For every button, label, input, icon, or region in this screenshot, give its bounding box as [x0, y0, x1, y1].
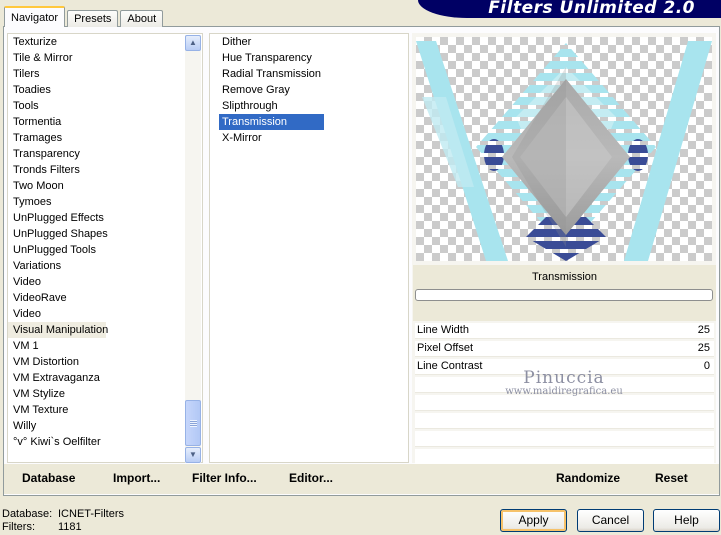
- status-database: Database: ICNET-Filters: [2, 508, 124, 520]
- category-item[interactable]: Tilers: [8, 66, 186, 82]
- scroll-down-button[interactable]: ▼: [185, 447, 201, 463]
- apply-button[interactable]: Apply: [500, 509, 567, 532]
- filter-item[interactable]: Slipthrough: [219, 98, 324, 114]
- category-item[interactable]: VM Distortion: [8, 354, 186, 370]
- param-row-empty: [415, 413, 714, 429]
- param-value[interactable]: 25: [698, 342, 710, 354]
- filter-item[interactable]: Hue Transparency: [219, 50, 324, 66]
- tab-presets[interactable]: Presets: [67, 10, 119, 27]
- filter-list[interactable]: Dither Hue Transparency Radial Transmissio…: [209, 33, 409, 463]
- category-item[interactable]: Texturize: [8, 34, 186, 50]
- category-item[interactable]: VM 1: [8, 338, 186, 354]
- filter-name-area: Transmission: [413, 265, 716, 321]
- param-row-empty: [415, 431, 714, 447]
- param-row[interactable]: Line Width 25: [415, 323, 714, 339]
- bottom-toolbar: Database Import... Filter Info... Editor…: [4, 464, 719, 494]
- filter-info-button[interactable]: Filter Info...: [192, 471, 257, 485]
- progress-bar: [415, 289, 713, 301]
- category-item[interactable]: Two Moon: [8, 178, 186, 194]
- param-label: Line Contrast: [417, 360, 483, 372]
- param-row[interactable]: Pixel Offset 25: [415, 341, 714, 357]
- preview-artwork: [416, 41, 712, 261]
- tab-strip: Navigator Presets About: [4, 6, 165, 27]
- category-item[interactable]: Toadies: [8, 82, 186, 98]
- status-database-label: Database:: [2, 508, 53, 520]
- param-value[interactable]: 0: [704, 360, 710, 372]
- category-item[interactable]: VM Stylize: [8, 386, 186, 402]
- category-item[interactable]: Tormentia: [8, 114, 186, 130]
- category-item[interactable]: UnPlugged Tools: [8, 242, 186, 258]
- editor-button[interactable]: Editor...: [289, 471, 333, 485]
- help-button[interactable]: Help: [653, 509, 720, 532]
- reset-button[interactable]: Reset: [655, 471, 688, 485]
- scroll-up-button[interactable]: ▲: [185, 35, 201, 51]
- category-item[interactable]: VM Texture: [8, 402, 186, 418]
- param-value[interactable]: 25: [698, 324, 710, 336]
- preview-filter-name: Transmission: [532, 271, 597, 283]
- import-button[interactable]: Import...: [113, 471, 160, 485]
- category-item[interactable]: Video: [8, 274, 186, 290]
- category-item[interactable]: Tile & Mirror: [8, 50, 186, 66]
- category-item[interactable]: Visual Manipulation: [8, 322, 108, 338]
- preview-image: [416, 37, 712, 261]
- category-item[interactable]: Tramages: [8, 130, 186, 146]
- category-item[interactable]: Transparency: [8, 146, 186, 162]
- param-row[interactable]: Line Contrast 0: [415, 359, 714, 375]
- database-button[interactable]: Database: [22, 471, 75, 485]
- parameter-panel: Line Width 25 Pixel Offset 25 Line Contrast 0: [413, 321, 716, 465]
- param-row-empty: [415, 377, 714, 393]
- tab-about[interactable]: About: [120, 10, 164, 27]
- category-item[interactable]: VM Extravaganza: [8, 370, 186, 386]
- param-label: Line Width: [417, 324, 469, 336]
- category-item[interactable]: Tymoes: [8, 194, 186, 210]
- category-item[interactable]: Tronds Filters: [8, 162, 186, 178]
- filter-item[interactable]: X-Mirror: [219, 130, 324, 146]
- category-item[interactable]: Willy: [8, 418, 186, 434]
- app-title: Filters Unlimited 2.0: [488, 0, 695, 18]
- status-database-value: ICNET-Filters: [58, 508, 124, 520]
- randomize-button[interactable]: Randomize: [556, 471, 620, 485]
- scroll-thumb[interactable]: [185, 400, 201, 446]
- category-item[interactable]: Tools: [8, 98, 186, 114]
- category-item[interactable]: UnPlugged Effects: [8, 210, 186, 226]
- category-item[interactable]: VideoRave: [8, 290, 186, 306]
- filter-item[interactable]: Dither: [219, 34, 324, 50]
- filter-item[interactable]: Remove Gray: [219, 82, 324, 98]
- filter-item[interactable]: Transmission: [219, 114, 325, 130]
- cancel-button[interactable]: Cancel: [577, 509, 644, 532]
- category-item[interactable]: °v° Kiwi`s Oelfilter: [8, 434, 186, 450]
- status-filters: Filters: 1181: [2, 521, 82, 533]
- category-list[interactable]: Texturize Tile & Mirror Tilers Toadies Tools…: [7, 33, 203, 463]
- param-row-empty: [415, 449, 714, 465]
- param-label: Pixel Offset: [417, 342, 474, 354]
- tab-navigator[interactable]: Navigator: [4, 6, 66, 27]
- category-scrollbar[interactable]: ▲ ▼: [185, 35, 201, 463]
- status-filters-label: Filters:: [2, 521, 35, 533]
- app-banner: Filters Unlimited 2.0: [418, 0, 721, 18]
- status-filters-value: 1181: [58, 521, 82, 533]
- filter-item[interactable]: Radial Transmission: [219, 66, 324, 82]
- param-row-empty: [415, 395, 714, 411]
- category-item[interactable]: UnPlugged Shapes: [8, 226, 186, 242]
- category-item[interactable]: Video: [8, 306, 186, 322]
- category-item[interactable]: Variations: [8, 258, 186, 274]
